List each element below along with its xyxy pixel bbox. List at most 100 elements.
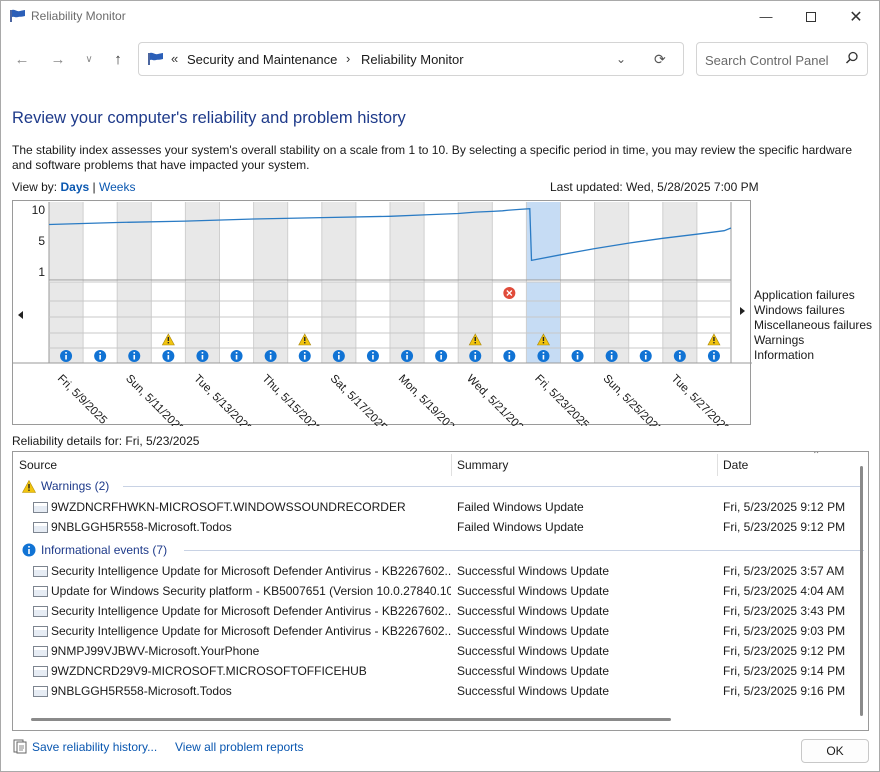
table-row[interactable]: 9WZDNCRFHWKN-MICROSOFT.WINDOWSSOUNDRECOR… — [13, 497, 853, 517]
table-row[interactable]: 9WZDNCRD29V9-MICROSOFT.MICROSOFTOFFICEHU… — [13, 661, 853, 681]
info-icon-mark — [65, 355, 67, 360]
forward-button[interactable]: → — [47, 48, 69, 70]
reliability-chart[interactable]: 10 5 1 Fri, 5/9/2025 Sun, 5/11/2025 Tue, 5/13… — [12, 200, 752, 426]
horizontal-scrollbar[interactable] — [31, 718, 671, 721]
chart-column-shade — [253, 202, 288, 280]
view-by-selector: View by: Days | Weeks — [12, 180, 135, 194]
info-icon-mark — [201, 355, 204, 360]
save-history-icon — [13, 739, 27, 757]
chevron-down-icon[interactable]: ⌄ — [616, 52, 626, 66]
address-bar[interactable]: « Security and Maintenance › Reliability… — [138, 42, 684, 76]
group-divider — [123, 486, 863, 487]
search-icon[interactable] — [845, 51, 859, 68]
view-problem-reports-link[interactable]: View all problem reports — [175, 740, 304, 754]
date-tick-label: Fri, 5/23/2025 — [532, 373, 591, 426]
info-icon-dot — [269, 352, 272, 354]
table-row[interactable]: 9NBLGGH5R558-Microsoft.Todos Failed Wind… — [13, 517, 853, 537]
table-row[interactable]: Security Intelligence Update for Microso… — [13, 561, 853, 581]
search-box[interactable] — [696, 42, 868, 76]
column-header-date[interactable]: Date — [717, 452, 857, 478]
ok-button[interactable]: OK — [801, 739, 869, 763]
info-icon-dot — [679, 352, 681, 354]
vertical-scrollbar[interactable] — [860, 466, 863, 716]
row-source: Update for Windows Security platform - K… — [51, 584, 451, 598]
category-label-misc-failures: Miscellaneous failures — [754, 318, 873, 332]
info-icon-dot — [576, 352, 579, 354]
row-date: Fri, 5/23/2025 9:12 PM — [723, 520, 846, 534]
info-icon-mark — [576, 355, 579, 360]
warning-icon-mark — [474, 337, 476, 341]
close-button[interactable]: ✕ — [833, 1, 879, 32]
table-row[interactable]: 9NMPJ99VJBWV-Microsoft.YourPhone Success… — [13, 641, 853, 661]
maximize-button[interactable] — [788, 1, 834, 32]
maximize-icon — [806, 11, 816, 22]
row-source: Security Intelligence Update for Microso… — [51, 624, 451, 638]
info-icon-dot — [65, 352, 67, 354]
reliability-details-list[interactable]: Source Summary Date ⌃ Warnings (2) 9WZDN… — [12, 451, 869, 731]
group-title-warnings: Warnings (2) — [41, 479, 110, 493]
chart-category-labels: Application failures Windows failures Mi… — [754, 288, 872, 363]
row-date: Fri, 5/23/2025 3:57 AM — [723, 564, 845, 578]
chevron-right-icon[interactable]: › — [346, 51, 350, 66]
minimize-button[interactable]: — — [743, 1, 789, 32]
info-icon-mark — [406, 355, 408, 360]
page-title: Review your computer's reliability and p… — [12, 109, 406, 127]
info-icon-mark — [235, 355, 238, 360]
info-icon-mark — [167, 355, 170, 360]
up-button[interactable]: ↑ — [107, 48, 129, 70]
back-button[interactable]: ← — [11, 48, 33, 70]
breadcrumb-reliability-monitor[interactable]: Reliability Monitor — [361, 52, 464, 67]
view-days-link[interactable]: Days — [60, 180, 89, 194]
group-header-warnings[interactable]: Warnings (2) — [22, 477, 863, 495]
info-icon-mark — [508, 355, 511, 360]
row-date: Fri, 5/23/2025 9:03 PM — [723, 624, 846, 638]
column-header-summary[interactable]: Summary — [451, 452, 717, 478]
chevron-down-icon: ∨ — [85, 53, 93, 65]
warning-icon-dot — [167, 342, 170, 344]
group-header-informational[interactable]: Informational events (7) — [22, 541, 864, 559]
row-summary: Successful Windows Update — [457, 644, 610, 658]
info-icon-dot — [474, 352, 477, 354]
info-icon-dot — [440, 352, 442, 354]
update-icon — [33, 666, 48, 677]
close-icon: ✕ — [849, 8, 863, 26]
info-icon-mark — [440, 355, 442, 360]
table-row[interactable]: 9NBLGGH5R558-Microsoft.Todos Successful … — [13, 681, 853, 701]
row-date: Fri, 5/23/2025 3:43 PM — [723, 604, 846, 618]
breadcrumb-security-maintenance[interactable]: Security and Maintenance — [187, 52, 337, 67]
info-icon-mark — [644, 355, 647, 360]
info-icon-mark — [372, 355, 374, 360]
date-tick-label: Sun, 5/25/2025 — [600, 373, 664, 426]
row-source: 9NMPJ99VJBWV-Microsoft.YourPhone — [51, 644, 260, 658]
minimize-icon: — — [759, 9, 773, 24]
refresh-icon[interactable]: ⟳ — [654, 51, 666, 68]
search-input[interactable] — [705, 51, 845, 69]
row-source: Security Intelligence Update for Microso… — [51, 564, 451, 578]
category-label-windows-failures: Windows failures — [754, 303, 845, 317]
row-date: Fri, 5/23/2025 9:16 PM — [723, 684, 846, 698]
warning-icon-mark — [304, 337, 306, 341]
info-icon-dot — [235, 352, 238, 354]
info-icon-dot — [167, 352, 170, 354]
save-history-link[interactable]: Save reliability history... — [32, 740, 157, 754]
table-row[interactable]: Security Intelligence Update for Microso… — [13, 601, 853, 621]
row-summary: Successful Windows Update — [457, 664, 610, 678]
y-tick-label: 1 — [38, 265, 45, 279]
info-icon-dot — [372, 352, 374, 354]
reliability-chart-svg[interactable]: 10 5 1 Fri, 5/9/2025 Sun, 5/11/2025 Tue, 5/13… — [13, 201, 752, 426]
column-header-source[interactable]: Source — [13, 452, 451, 478]
table-row[interactable]: Update for Windows Security platform - K… — [13, 581, 853, 601]
warning-icon-mark — [542, 337, 545, 341]
info-icon — [22, 543, 36, 557]
row-source: Security Intelligence Update for Microso… — [51, 604, 451, 618]
row-source: 9WZDNCRFHWKN-MICROSOFT.WINDOWSSOUNDRECOR… — [51, 500, 406, 514]
flag-app-icon — [10, 9, 26, 26]
recent-locations-button[interactable]: ∨ — [78, 48, 100, 70]
update-icon — [33, 522, 48, 533]
sort-up-icon[interactable]: ⌃ — [812, 452, 820, 461]
date-tick-label: Sat, 5/17/2025 — [328, 373, 389, 426]
view-weeks-link[interactable]: Weeks — [99, 180, 135, 194]
chart-column-shade — [390, 202, 425, 280]
table-row[interactable]: Security Intelligence Update for Microso… — [13, 621, 853, 641]
breadcrumb-overflow-icon[interactable]: « — [171, 51, 178, 66]
